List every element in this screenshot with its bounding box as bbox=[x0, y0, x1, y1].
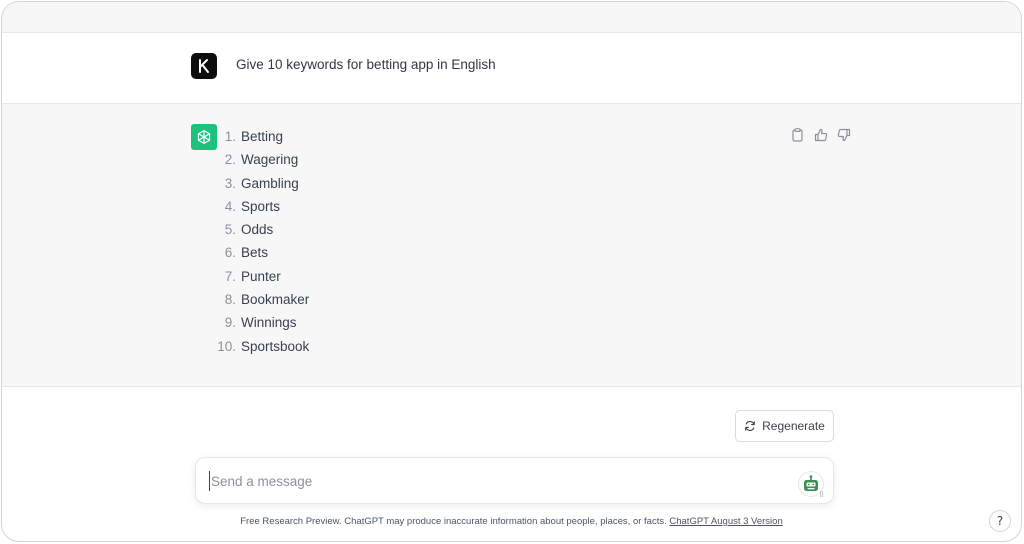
assistant-message-row: 1. Betting 2. Wagering 3. Gambling 4. Sports… bbox=[2, 104, 1021, 387]
list-item-number: 7. bbox=[224, 268, 236, 284]
top-bar bbox=[2, 2, 1021, 33]
list-item: 7. Punter bbox=[214, 268, 309, 291]
message-input[interactable] bbox=[209, 471, 769, 491]
regenerate-label: Regenerate bbox=[762, 419, 825, 433]
list-item-number: 4. bbox=[224, 198, 236, 214]
list-item-text: Bets bbox=[241, 245, 269, 261]
list-item: 2. Wagering bbox=[214, 151, 309, 174]
list-item: 9. Winnings bbox=[214, 314, 309, 337]
list-item-number: 3. bbox=[224, 175, 236, 191]
list-item-text: Betting bbox=[241, 129, 284, 144]
list-item-number: 6. bbox=[224, 245, 236, 261]
help-label: ? bbox=[996, 514, 1004, 528]
user-message-text: Give 10 keywords for betting app in Engl… bbox=[236, 57, 496, 72]
list-item-text: Wagering bbox=[241, 152, 299, 168]
footer-disclaimer: Free Research Preview. ChatGPT may produ… bbox=[2, 516, 1021, 527]
list-item-number: 2. bbox=[224, 152, 236, 168]
list-item-text: Sportsbook bbox=[241, 338, 310, 354]
list-item-text: Odds bbox=[241, 222, 274, 238]
user-avatar bbox=[191, 53, 217, 79]
list-item-number: 1. bbox=[224, 129, 236, 144]
list-item-text: Bookmaker bbox=[241, 292, 310, 308]
list-item-number: 5. bbox=[224, 222, 236, 238]
resize-handle[interactable]: ⠿ bbox=[819, 491, 824, 499]
k-logo-icon bbox=[199, 59, 209, 73]
thumbs-down-button[interactable] bbox=[835, 126, 852, 143]
message-composer: ⠿ bbox=[195, 457, 834, 504]
refresh-icon bbox=[745, 421, 755, 431]
help-button[interactable]: ? bbox=[989, 510, 1011, 532]
thumbs-down-icon bbox=[837, 128, 850, 141]
list-item: 3. Gambling bbox=[214, 175, 309, 198]
plugin-robot-icon bbox=[804, 475, 818, 491]
list-item-number: 9. bbox=[224, 315, 236, 331]
message-actions bbox=[789, 126, 852, 143]
app-window: Give 10 keywords for betting app in Engl… bbox=[1, 1, 1022, 542]
version-link[interactable]: ChatGPT August 3 Version bbox=[669, 516, 782, 527]
thumbs-up-icon bbox=[814, 128, 827, 141]
list-item-number: 10. bbox=[217, 338, 236, 354]
list-item: 1. Betting bbox=[214, 128, 309, 151]
list-item-text: Sports bbox=[241, 198, 281, 214]
user-message-row: Give 10 keywords for betting app in Engl… bbox=[2, 33, 1021, 104]
list-item-text: Winnings bbox=[241, 315, 297, 331]
regenerate-button[interactable]: Regenerate bbox=[735, 410, 834, 442]
list-item: 8. Bookmaker bbox=[214, 291, 310, 314]
list-item: 6. Bets bbox=[214, 244, 309, 267]
list-item: 4. Sports bbox=[214, 198, 309, 221]
thumbs-up-button[interactable] bbox=[812, 126, 829, 143]
footer-text: Free Research Preview. ChatGPT may produ… bbox=[240, 516, 670, 527]
list-item-text: Punter bbox=[241, 268, 281, 284]
list-item: 10. Sportsbook bbox=[214, 338, 309, 361]
list-item-number: 8. bbox=[224, 292, 236, 308]
clipboard-icon bbox=[792, 127, 803, 142]
keyword-list: 1. Betting 2. Wagering 3. Gambling 4. Sports… bbox=[214, 128, 309, 361]
list-item-text: Gambling bbox=[241, 175, 299, 191]
copy-button[interactable] bbox=[789, 126, 806, 143]
openai-logo-icon bbox=[197, 130, 211, 144]
list-item: 5. Odds bbox=[214, 221, 309, 244]
